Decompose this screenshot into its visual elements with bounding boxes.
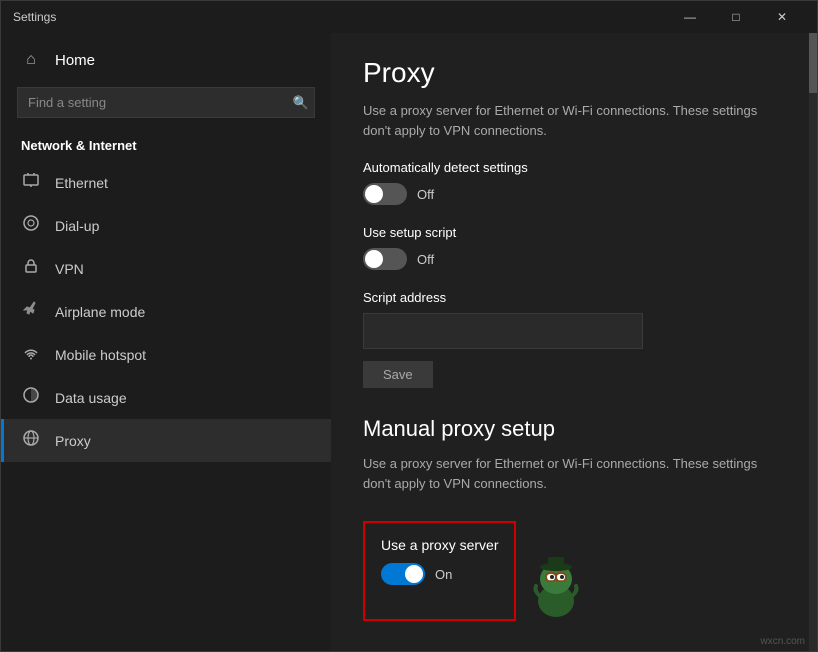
hotspot-icon [21,343,41,366]
auto-detect-row: Off [363,183,785,205]
sidebar-item-ethernet[interactable]: Ethernet [1,161,331,204]
use-proxy-label: Use a proxy server [381,537,498,553]
ethernet-icon [21,171,41,194]
manual-section-title: Manual proxy setup [363,416,785,442]
maximize-button[interactable]: □ [713,1,759,33]
auto-detect-toggle[interactable] [363,183,407,205]
sidebar-item-vpn[interactable]: VPN [1,247,331,290]
sidebar-item-dialup[interactable]: Dial-up [1,204,331,247]
auto-detect-status: Off [417,187,434,202]
manual-section-desc: Use a proxy server for Ethernet or Wi-Fi… [363,454,785,493]
page-title: Proxy [363,57,785,89]
search-input[interactable] [17,87,315,118]
sidebar-item-home[interactable]: Home [1,41,331,79]
sidebar-label-ethernet: Ethernet [55,175,108,191]
use-proxy-knob [405,565,423,583]
use-proxy-status: On [435,567,452,582]
setup-script-status: Off [417,252,434,267]
sidebar: Home 🔍 Network & Internet Ethernet Dial-… [1,33,331,651]
sidebar-item-airplane[interactable]: Airplane mode [1,290,331,333]
script-address-input[interactable] [363,313,643,349]
vpn-icon [21,257,41,280]
data-icon [21,386,41,409]
use-proxy-box: Use a proxy server On [363,521,516,621]
auto-proxy-description: Use a proxy server for Ethernet or Wi-Fi… [363,101,785,140]
sidebar-label-vpn: VPN [55,261,84,277]
sidebar-label-hotspot: Mobile hotspot [55,347,146,363]
setup-script-row: Off [363,248,785,270]
close-button[interactable]: ✕ [759,1,805,33]
search-button[interactable]: 🔍 [293,95,309,111]
watermark: wxcn.com [761,636,805,647]
sidebar-label-data: Data usage [55,390,127,406]
proxy-icon [21,429,41,452]
scrollbar-thumb[interactable] [809,33,817,93]
use-proxy-toggle[interactable] [381,563,425,585]
auto-detect-knob [365,185,383,203]
home-icon [21,51,41,69]
auto-detect-label: Automatically detect settings [363,160,785,175]
use-proxy-row: On [381,563,498,585]
settings-window: Settings — □ ✕ Home 🔍 Network & Internet [0,0,818,652]
sidebar-label-dialup: Dial-up [55,218,99,234]
save-button[interactable]: Save [363,361,433,388]
setup-script-toggle[interactable] [363,248,407,270]
window-controls: — □ ✕ [667,1,805,33]
sidebar-item-data[interactable]: Data usage [1,376,331,419]
dialup-icon [21,214,41,237]
sidebar-home-label: Home [55,52,95,69]
search-box: 🔍 [17,87,315,118]
sidebar-item-proxy[interactable]: Proxy [1,419,331,462]
mascot [526,551,586,621]
window-title: Settings [13,10,667,24]
script-address-label: Script address [363,290,785,305]
sidebar-label-proxy: Proxy [55,433,91,449]
setup-script-knob [365,250,383,268]
setup-script-label: Use setup script [363,225,785,240]
minimize-button[interactable]: — [667,1,713,33]
sidebar-label-airplane: Airplane mode [55,304,145,320]
sidebar-section-title: Network & Internet [1,126,331,161]
title-bar: Settings — □ ✕ [1,1,817,33]
right-panel: Proxy Use a proxy server for Ethernet or… [331,33,817,651]
scrollbar-track[interactable] [809,33,817,651]
airplane-icon [21,300,41,323]
main-content: Home 🔍 Network & Internet Ethernet Dial-… [1,33,817,651]
sidebar-item-hotspot[interactable]: Mobile hotspot [1,333,331,376]
